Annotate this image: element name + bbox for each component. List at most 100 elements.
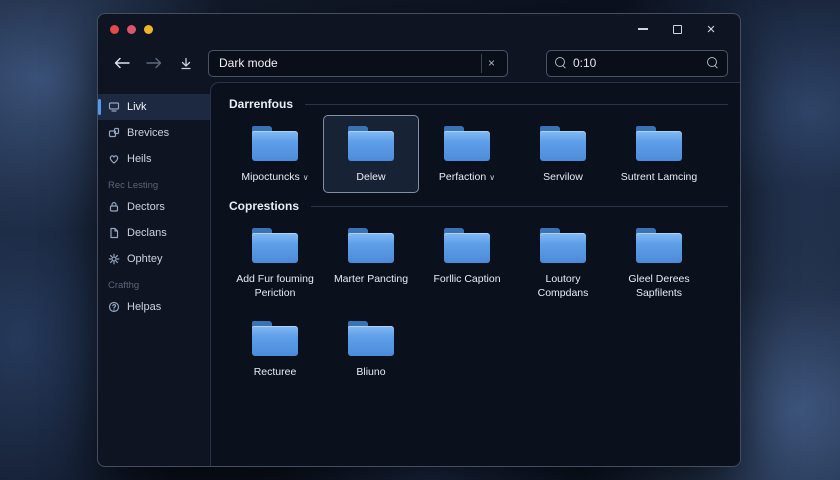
folder-label-text: Servilow [543,171,583,183]
address-clear-button[interactable]: × [481,53,501,73]
folder-icon [252,228,298,264]
folder-label: Add Fur fouming Periction [231,272,319,300]
folder-label-text: Gleel Derees Sapfilents [628,273,690,300]
folder-item-gleel-derees-sapfilents[interactable]: Gleel Derees Sapfilents [611,217,707,309]
folder-label-text: Forllic Caption [433,273,501,286]
down-arrow-icon [181,57,191,69]
sidebar-item-ophtey[interactable]: Ophtey [98,246,210,272]
folder-item-delew[interactable]: Delew [323,115,419,194]
heart-icon [109,155,119,164]
minimize-icon [638,28,648,30]
folder-item-perfaction[interactable]: Perfaction ∨ [419,115,515,193]
minimize-button[interactable] [626,16,660,42]
sidebar-group-label: Crafthg [108,279,140,291]
search-value: 0:10 [573,56,597,70]
sidebar-item-brevices[interactable]: Brevices [98,120,210,146]
folder-item-loutory-compdans[interactable]: Loutory Compdans [515,217,611,309]
gear-icon [108,253,120,265]
search-submit-icon[interactable] [707,57,719,69]
sidebar-group-label: Rec Lesting [108,179,159,191]
maximize-button[interactable] [660,16,694,42]
monitor-icon [108,102,120,112]
sidebar-item-label: Heils [127,153,152,165]
folder-label-text: Delew [356,171,386,183]
document-icon [110,227,119,239]
sidebar-item-label: Livk [127,101,147,113]
search-box[interactable]: 0:10 [546,49,728,77]
sidebar-item-livk[interactable]: Livk [98,94,210,120]
section-divider [305,103,728,105]
folder-icon [636,126,682,161]
search-icon [555,57,567,69]
sidebar-item-label: Declans [127,227,167,239]
pink-dot-icon[interactable] [127,24,136,34]
traffic-lights [110,24,153,34]
folder-icon [252,126,298,161]
chevron-down-icon[interactable]: ∨ [489,173,495,182]
sidebar-item-label: Ophtey [127,253,163,265]
sidebar-item-heils[interactable]: Heils [98,146,210,172]
folder-label: Servilow [543,170,583,184]
chevron-down-icon[interactable]: ∨ [303,173,309,182]
folder-label-text: Bliuno [356,365,386,378]
selection-accent-bar [98,99,101,115]
folder-label-text: Add Fur fouming Periction [236,273,314,300]
folder-grid: Mipoctuncks ∨ Delew Perfaction ∨ Servilow … [227,115,728,194]
folder-icon [348,126,394,161]
yellow-dot-icon[interactable] [144,24,153,34]
folder-icon [636,228,682,264]
address-bar[interactable]: Dark mode × [208,49,508,77]
folder-icon [444,228,490,264]
window-body: Livk Brevices Heils Rec Lesting Dectors [98,82,740,466]
close-icon: × [706,20,716,38]
content-panel: Darrenfous Mipoctuncks ∨ Delew Perfaction… [210,82,740,466]
folder-label: Loutory Compdans [519,272,607,300]
folder-icon [444,126,490,161]
folder-item-bliuno[interactable]: Bliuno [323,310,419,388]
sidebar-item-label: Dectors [127,201,165,213]
folder-label-text: Mipoctuncks [241,171,300,183]
address-value: Dark mode [219,56,278,70]
folder-item-sutrent-lamcing[interactable]: Sutrent Lamcing [611,115,707,193]
help-icon [108,301,120,313]
sidebar-item-dectors[interactable]: Dectors [98,194,210,220]
folder-item-forllic-caption[interactable]: Forllic Caption [419,217,515,309]
back-arrow-icon [114,57,130,69]
close-button[interactable]: × [694,16,728,42]
folder-item-add-fur-fouming-periction[interactable]: Add Fur fouming Periction [227,217,323,309]
folder-label: Bliuno [356,365,385,379]
titlebar: × [98,14,740,44]
recent-locations-button[interactable] [176,53,196,73]
folder-grid: Add Fur fouming Periction Marter Panctin… [227,217,728,388]
folder-icon [252,320,298,356]
folder-icon [540,126,586,161]
devices-icon [108,127,120,138]
folder-label: Forllic Caption [433,272,500,286]
window-controls: × [626,16,728,42]
sidebar-item-label: Helpas [127,301,162,313]
sidebar: Livk Brevices Heils Rec Lesting Dectors [98,82,210,466]
folder-icon [348,228,394,264]
folder-label: Gleel Derees Sapfilents [615,272,703,300]
file-explorer-window: × Dark mode × 0:10 Livk Brevices Heils R… [97,13,741,467]
sidebar-item-declans[interactable]: Declans [98,220,210,246]
folder-item-servilow[interactable]: Servilow [515,115,611,193]
section-title: Darrenfous [229,97,294,111]
folder-item-mipoctuncks[interactable]: Mipoctuncks ∨ [227,115,323,193]
folder-label: Perfaction ∨ [439,170,495,184]
folder-label-text: Loutory Compdans [537,273,589,300]
toolbar: Dark mode × 0:10 [98,44,740,82]
lock-icon [109,202,119,212]
folder-label: Marter Pancting [334,272,408,286]
folder-icon [540,228,586,264]
section-header: Coprestions [229,199,728,213]
forward-button[interactable] [144,53,164,73]
back-button[interactable] [112,53,132,73]
sidebar-item-helpas[interactable]: Helpas [98,294,210,320]
section-header: Darrenfous [229,97,728,111]
folder-label: Sutrent Lamcing [621,170,697,184]
folder-item-recturee[interactable]: Recturee [227,310,323,388]
folder-item-marter-pancting[interactable]: Marter Pancting [323,217,419,309]
red-dot-icon[interactable] [110,24,119,34]
sidebar-item-label: Brevices [127,127,170,139]
